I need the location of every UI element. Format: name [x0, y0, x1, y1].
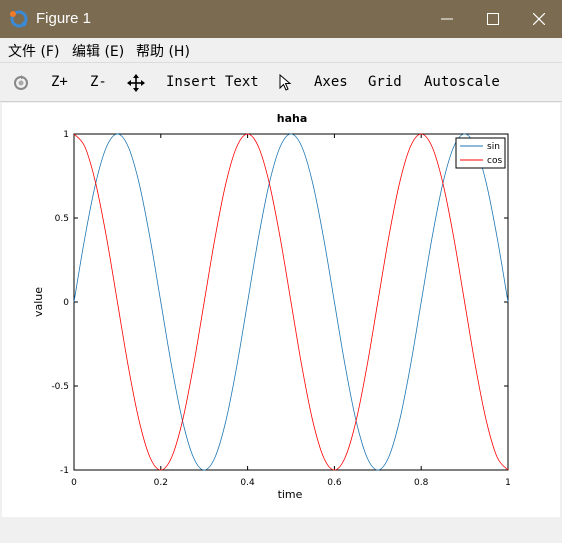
rotate-icon[interactable]: [12, 74, 30, 92]
x-tick-label: 0: [71, 478, 77, 488]
minimize-icon: [441, 18, 453, 20]
plot-svg: haha time value 0 0.2 0.4 0.6 0.8 1 -1 -0.5 0 0.5…: [32, 112, 511, 501]
x-tick-label: 0.8: [414, 478, 429, 488]
y-tick-label: 0: [63, 298, 69, 308]
close-button[interactable]: [516, 0, 562, 38]
x-tick-label: 0.4: [240, 478, 255, 488]
close-icon: [533, 13, 545, 25]
menu-edit[interactable]: 编辑 (E): [72, 41, 124, 61]
x-tick-label: 1: [505, 478, 511, 488]
menu-help[interactable]: 帮助 (H): [136, 41, 190, 61]
zoom-out-button[interactable]: Z-: [90, 74, 107, 90]
autoscale-button[interactable]: Autoscale: [424, 74, 500, 90]
menu-file[interactable]: 文件 (F): [8, 41, 59, 61]
pan-icon[interactable]: [127, 74, 145, 92]
y-tick-label: 0.5: [55, 214, 69, 224]
maximize-icon: [487, 13, 499, 25]
grid-button[interactable]: Grid: [368, 74, 402, 90]
insert-text-button[interactable]: Insert Text: [166, 74, 259, 90]
octave-app-icon: [10, 10, 28, 28]
legend-sin-label: sin: [487, 142, 500, 152]
chart-title: haha: [277, 112, 308, 125]
figure-canvas: haha time value 0 0.2 0.4 0.6 0.8 1 -1 -0.5 0 0.5…: [2, 103, 560, 517]
legend-cos-label: cos: [487, 156, 502, 166]
zoom-in-button[interactable]: Z+: [51, 74, 68, 90]
x-tick-label: 0.6: [327, 478, 342, 488]
y-axis-label: value: [32, 287, 45, 317]
window-title: Figure 1: [36, 10, 92, 27]
y-tick-label: -0.5: [51, 382, 69, 392]
legend: sin cos: [455, 137, 506, 169]
y-tick-label: 1: [63, 130, 69, 140]
x-axis-label: time: [278, 488, 303, 501]
x-tick-label: 0.2: [154, 478, 168, 488]
y-tick-label: -1: [60, 466, 69, 476]
minimize-button[interactable]: [424, 0, 470, 38]
title-bar: Figure 1: [0, 0, 562, 38]
axes-button[interactable]: Axes: [314, 74, 348, 90]
select-pointer-icon[interactable]: [279, 74, 293, 92]
toolbar: Z+ Z- Insert Text Axes Grid Autoscale: [0, 62, 562, 102]
maximize-button[interactable]: [470, 0, 516, 38]
menu-bar: 文件 (F) 编辑 (E) 帮助 (H): [0, 38, 562, 62]
